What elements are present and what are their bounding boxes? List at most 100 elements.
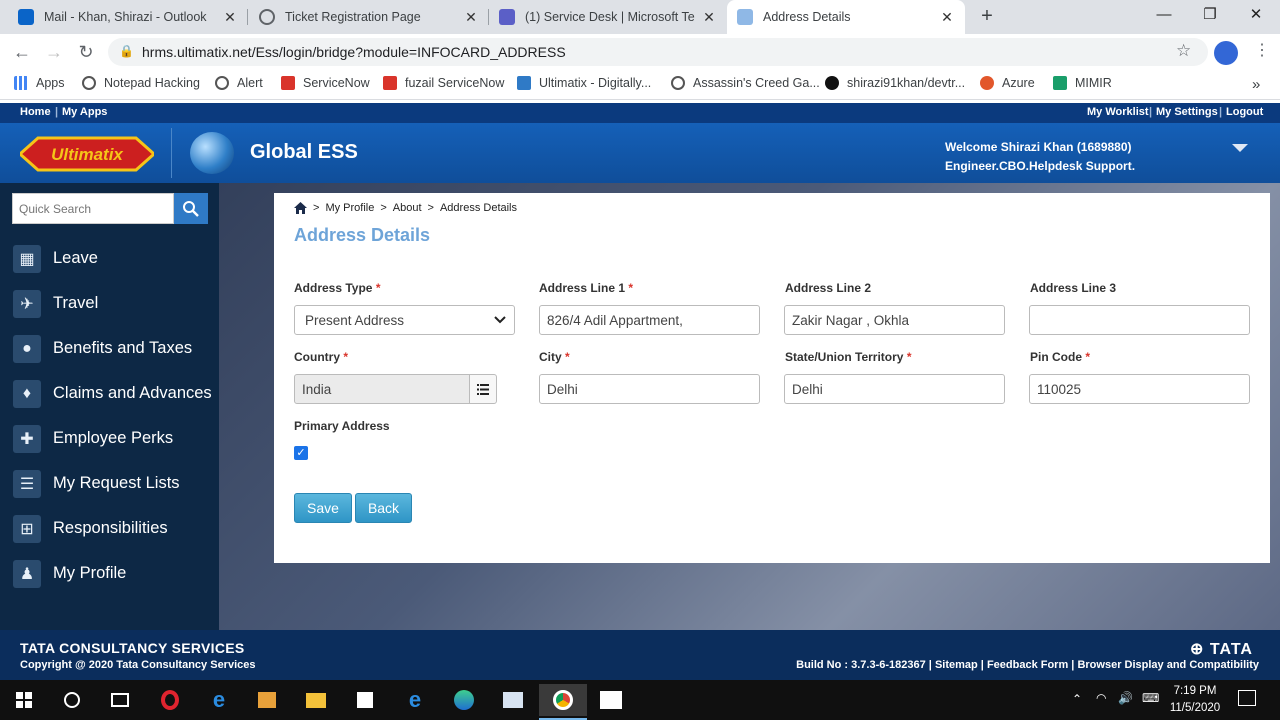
city-input[interactable]: Delhi xyxy=(539,374,760,404)
task-view-icon[interactable] xyxy=(104,684,136,716)
photos-icon[interactable] xyxy=(595,684,627,716)
notifications-icon[interactable] xyxy=(1238,690,1256,706)
teams-icon xyxy=(499,9,515,25)
bookmark-ultimatix[interactable]: Ultimatix - Digitally... xyxy=(517,76,651,90)
windows-start-icon[interactable] xyxy=(8,684,40,716)
taskbar-clock[interactable]: 7:19 PM 11/5/2020 xyxy=(1162,683,1228,717)
address-line3-label: Address Line 3 xyxy=(1030,281,1117,295)
opera-icon[interactable] xyxy=(154,684,186,716)
country-input[interactable]: India xyxy=(294,374,470,404)
profile-avatar[interactable] xyxy=(1214,41,1238,65)
chevron-down-icon xyxy=(494,316,506,324)
minimize-button[interactable]: — xyxy=(1141,0,1187,32)
pin-code-input[interactable]: 110025 xyxy=(1029,374,1250,404)
bookmark-github[interactable]: shirazi91khan/devtr... xyxy=(825,76,965,90)
nav-logout-link[interactable]: Logout xyxy=(1226,106,1263,118)
required-mark: * xyxy=(1085,350,1091,364)
quick-search-input[interactable] xyxy=(12,193,174,224)
new-tab-button[interactable]: + xyxy=(976,5,998,27)
country-lookup-button[interactable] xyxy=(469,374,497,404)
sidebar-item-benefits-and-taxes[interactable]: ● Benefits and Taxes xyxy=(0,326,219,371)
address-type-select[interactable]: Present Address xyxy=(294,305,515,335)
more-bookmarks-icon[interactable]: » xyxy=(1252,76,1260,93)
restore-button[interactable]: ❐ xyxy=(1187,0,1233,32)
sidebar-item-leave[interactable]: ▦ Leave xyxy=(0,236,219,281)
app-name: Global ESS xyxy=(250,141,358,163)
browser-tab-teams[interactable]: (1) Service Desk | Microsoft Teams ✕ xyxy=(489,0,727,34)
sidebar-item-responsibilities[interactable]: ⊞ Responsibilities xyxy=(0,506,219,551)
sidebar-item-claims-and-advances[interactable]: ♦ Claims and Advances xyxy=(0,371,219,416)
state-input[interactable]: Delhi xyxy=(784,374,1005,404)
user-menu-caret-icon[interactable] xyxy=(1232,144,1248,152)
close-window-button[interactable]: ✕ xyxy=(1233,0,1279,32)
edge-icon[interactable] xyxy=(448,684,480,716)
chrome-icon[interactable] xyxy=(539,684,587,720)
sidebar-item-travel[interactable]: ✈ Travel xyxy=(0,281,219,326)
close-icon[interactable]: ✕ xyxy=(222,9,238,26)
sidebar-item-my-profile[interactable]: ♟ My Profile xyxy=(0,551,219,596)
globe-logo xyxy=(190,132,234,174)
nav-my-settings-link[interactable]: My Settings xyxy=(1156,106,1218,118)
back-button[interactable]: Back xyxy=(355,493,412,523)
feedback-form-link[interactable]: Feedback Form xyxy=(987,659,1068,671)
bookmark-servicenow[interactable]: ServiceNow xyxy=(281,76,370,90)
input-method-icon[interactable]: ⌨ xyxy=(1142,691,1159,705)
bookmark-mimir[interactable]: MIMIR xyxy=(1053,76,1112,90)
required-mark: * xyxy=(375,281,381,295)
breadcrumb-about[interactable]: About xyxy=(393,202,422,214)
volume-icon[interactable]: 🔊 xyxy=(1118,691,1133,705)
cortana-search-icon[interactable] xyxy=(56,684,88,716)
sitemap-link[interactable]: Sitemap xyxy=(935,659,978,671)
remote-desktop-icon[interactable] xyxy=(497,684,529,716)
menu-dots-icon[interactable]: ⋮ xyxy=(1254,40,1270,60)
edge-legacy-icon[interactable]: e xyxy=(399,684,431,716)
nav-my-apps-link[interactable]: My Apps xyxy=(62,106,107,118)
close-icon[interactable]: ✕ xyxy=(463,9,479,26)
bookmark-apps[interactable]: Apps xyxy=(14,76,65,90)
address-line2-input[interactable]: Zakir Nagar , Okhla xyxy=(784,305,1005,335)
bookmark-notepad-hacking[interactable]: Notepad Hacking xyxy=(82,76,200,90)
save-button[interactable]: Save xyxy=(294,493,352,523)
internet-explorer-icon[interactable]: e xyxy=(203,684,235,716)
search-icon xyxy=(183,200,199,217)
back-arrow-icon[interactable]: ← xyxy=(11,41,33,63)
address-line1-input[interactable]: 826/4 Adil Appartment, xyxy=(539,305,760,335)
browser-tab-outlook[interactable]: Mail - Khan, Shirazi - Outlook ✕ xyxy=(8,0,248,34)
breadcrumb-my-profile[interactable]: My Profile xyxy=(325,202,374,214)
nav-my-worklist-link[interactable]: My Worklist xyxy=(1087,106,1149,118)
search-button[interactable] xyxy=(174,193,208,224)
url-text[interactable]: hrms.ultimatix.net/Ess/login/bridge?modu… xyxy=(142,44,566,60)
lock-icon[interactable]: 🔒 xyxy=(119,44,134,58)
globe-icon xyxy=(82,76,96,90)
reload-icon[interactable]: ↻ xyxy=(75,41,97,63)
nav-separator: | xyxy=(1219,106,1223,118)
sidebar-item-my-request-lists[interactable]: ☰ My Request Lists xyxy=(0,461,219,506)
chevron-up-icon[interactable]: ⌃ xyxy=(1072,692,1082,706)
browser-tab-address-details[interactable]: Address Details ✕ xyxy=(727,0,965,34)
bookmark-azure[interactable]: Azure xyxy=(980,76,1035,90)
nav-home-link[interactable]: Home xyxy=(20,106,51,118)
bookmark-alert[interactable]: Alert xyxy=(215,76,263,90)
primary-address-checkbox[interactable]: ✓ xyxy=(294,446,308,460)
store-icon[interactable] xyxy=(349,684,381,716)
required-mark: * xyxy=(565,350,570,364)
home-icon[interactable] xyxy=(294,202,307,214)
sidebar-item-employee-perks[interactable]: ✚ Employee Perks xyxy=(0,416,219,461)
svg-text:Ultimatix: Ultimatix xyxy=(51,145,124,164)
address-line3-input[interactable] xyxy=(1029,305,1250,335)
star-icon[interactable]: ☆ xyxy=(1176,41,1191,61)
wifi-icon[interactable]: ◠ xyxy=(1096,691,1106,705)
bookmark-assassins-creed[interactable]: Assassin's Creed Ga... xyxy=(671,76,820,90)
tata-icon xyxy=(517,76,531,90)
browser-compatibility-link[interactable]: Browser Display and Compatibility xyxy=(1077,659,1259,671)
required-mark: * xyxy=(628,281,634,295)
browser-tab-ticket[interactable]: Ticket Registration Page ✕ xyxy=(249,0,489,34)
breadcrumb-address-details: Address Details xyxy=(439,202,518,214)
forward-arrow-icon[interactable]: → xyxy=(43,41,65,63)
close-icon[interactable]: ✕ xyxy=(939,9,955,26)
close-icon[interactable]: ✕ xyxy=(701,9,717,26)
media-player-icon[interactable] xyxy=(251,684,283,716)
bookmark-fuzail-servicenow[interactable]: fuzail ServiceNow xyxy=(383,76,504,90)
user-icon: ♟ xyxy=(13,559,41,588)
file-explorer-icon[interactable] xyxy=(300,684,332,716)
